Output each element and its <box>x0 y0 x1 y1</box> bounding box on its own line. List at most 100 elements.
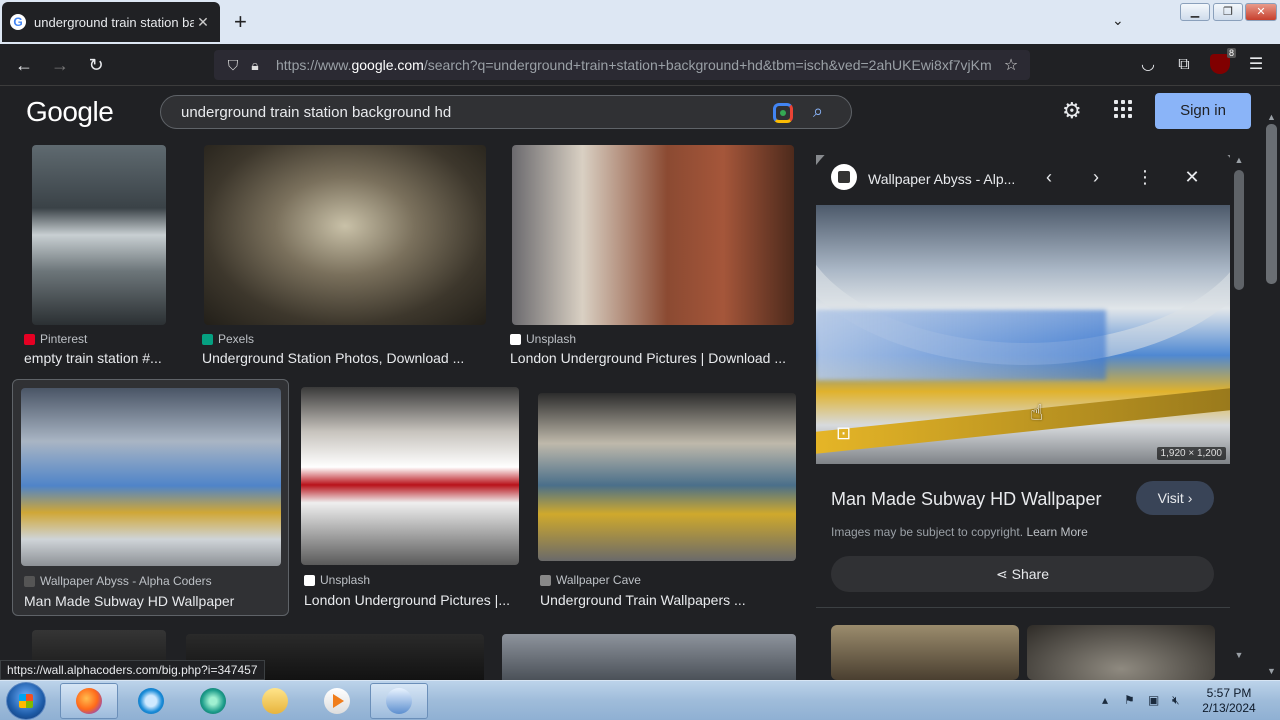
folder-icon <box>262 688 288 714</box>
share-button[interactable]: ⋖ Share <box>831 556 1214 592</box>
app-icon <box>200 688 226 714</box>
related-image[interactable] <box>1027 625 1215 680</box>
search-input[interactable] <box>181 102 741 122</box>
taskbar-media-player[interactable] <box>308 683 366 719</box>
preview-image[interactable]: ⊡ 1,920 × 1,200 <box>816 155 1230 464</box>
result-thumbnail[interactable] <box>301 387 519 565</box>
result-thumbnail[interactable] <box>32 145 166 325</box>
result-title[interactable]: Man Made Subway HD Wallpaper <box>24 593 282 609</box>
url-bar[interactable]: ⛉ 🔒︎ https://www.google.com/search?q=und… <box>214 50 1030 80</box>
preview-train-blur <box>816 310 1106 380</box>
lens-search-icon[interactable]: ⊡ <box>836 423 851 444</box>
result-title[interactable]: Underground Train Wallpapers ... <box>540 592 794 608</box>
result-title[interactable]: Underground Station Photos, Download ... <box>202 350 488 366</box>
panel-divider <box>816 607 1230 608</box>
preview-title[interactable]: Man Made Subway HD Wallpaper <box>831 489 1101 510</box>
result-thumbnail[interactable] <box>502 634 796 680</box>
result-card[interactable]: Pexels Underground Station Photos, Downl… <box>200 140 490 372</box>
browser-tab[interactable]: G underground train station back ✕ <box>2 2 220 42</box>
taskbar-internet-explorer[interactable] <box>122 683 180 719</box>
page-scrollbar[interactable]: ▲ ▼ <box>1263 86 1280 680</box>
clock-date: 2/13/2024 <box>1202 701 1256 715</box>
search-icon[interactable]: ⌕ <box>813 101 823 122</box>
new-tab-button[interactable]: + <box>234 10 247 34</box>
url-text[interactable]: https://www.google.com/search?q=undergro… <box>276 57 1000 73</box>
volume-muted-icon[interactable]: 🔇︎ <box>1172 693 1180 708</box>
result-title[interactable]: London Underground Pictures |... <box>304 592 518 608</box>
url-prefix: https://www. <box>276 57 352 73</box>
media-player-icon <box>324 688 350 714</box>
result-title[interactable]: London Underground Pictures | Download .… <box>510 350 796 366</box>
reload-icon[interactable]: ↻ <box>84 53 108 77</box>
learn-more-link[interactable]: Learn More <box>1026 525 1087 539</box>
result-card[interactable]: Pinterest empty train station #... <box>22 140 178 372</box>
google-header: Google ⌕ ⚙ Sign in <box>0 86 1280 140</box>
google-favicon-icon: G <box>10 14 26 30</box>
network-icon[interactable]: ▣ <box>1148 693 1159 707</box>
settings-gear-icon[interactable]: ⚙ <box>1062 98 1082 124</box>
taskbar-firefox[interactable] <box>60 683 118 719</box>
list-tabs-chevron-icon[interactable]: ⌄ <box>1112 12 1124 29</box>
restore-button[interactable]: ❐ <box>1213 3 1243 21</box>
forward-arrow-icon[interactable]: → <box>48 53 72 77</box>
scroll-up-icon[interactable]: ▲ <box>1263 112 1280 122</box>
google-apps-icon[interactable] <box>1114 100 1132 118</box>
pocket-icon[interactable]: ◡ <box>1136 53 1160 77</box>
result-card-selected[interactable]: Wallpaper Abyss - Alpha Coders Man Made … <box>12 379 289 616</box>
panel-scrollbar[interactable]: ▲ ▼ <box>1232 155 1246 665</box>
result-thumbnail[interactable] <box>512 145 794 325</box>
result-source[interactable]: Unsplash <box>510 332 576 346</box>
google-lens-icon[interactable] <box>773 103 793 123</box>
extension-badge: 8 <box>1226 48 1236 58</box>
result-thumbnail[interactable] <box>204 145 486 325</box>
minimize-button[interactable]: ▁ <box>1180 3 1210 21</box>
share-label: Share <box>1011 566 1049 582</box>
result-source-label: Unsplash <box>526 332 577 346</box>
wallpaper-cave-icon <box>540 574 551 586</box>
page-scroll-thumb[interactable] <box>1266 124 1277 284</box>
result-source-label: Pexels <box>218 332 255 346</box>
unsplash-icon <box>304 574 315 586</box>
sign-in-button[interactable]: Sign in <box>1155 93 1251 129</box>
result-source[interactable]: Wallpaper Abyss - Alpha Coders <box>24 574 212 588</box>
window-close-button[interactable]: ✕ <box>1245 3 1277 21</box>
google-logo[interactable]: Google <box>26 96 114 128</box>
panel-scroll-thumb[interactable] <box>1234 170 1244 290</box>
scroll-down-icon[interactable]: ▼ <box>1263 666 1280 676</box>
scroll-down-icon[interactable]: ▼ <box>1232 650 1246 660</box>
chevron-right-icon: › <box>1187 490 1193 506</box>
result-card[interactable]: Wallpaper Cave Underground Train Wallpap… <box>536 379 798 616</box>
result-card[interactable]: Unsplash London Underground Pictures |..… <box>300 379 522 616</box>
result-thumbnail[interactable] <box>538 393 796 561</box>
extensions-puzzle-icon[interactable]: ⧉ <box>1172 53 1196 77</box>
lock-icon[interactable]: 🔒︎ <box>244 57 266 74</box>
result-source[interactable]: Pinterest <box>24 332 87 346</box>
result-source[interactable]: Pexels <box>202 332 254 346</box>
system-clock[interactable]: 5:57 PM 2/13/2024 <box>1196 686 1262 716</box>
image-preview-panel: Wallpaper Abyss - Alp... ‹ › ⋮ ✕ ⊡ 1,920… <box>816 155 1230 680</box>
bookmark-star-icon[interactable]: ☆ <box>1000 55 1022 75</box>
visit-button[interactable]: Visit › <box>1136 481 1214 515</box>
tab-close-icon[interactable]: ✕ <box>194 14 212 31</box>
search-box[interactable]: ⌕ <box>160 95 852 129</box>
result-thumbnail[interactable] <box>21 388 281 566</box>
taskbar-app[interactable] <box>184 683 242 719</box>
start-button[interactable] <box>6 682 46 720</box>
result-card[interactable]: Unsplash London Underground Pictures | D… <box>508 140 798 372</box>
action-center-flag-icon[interactable]: ⚑ <box>1124 693 1135 707</box>
taskbar-remote-desktop[interactable] <box>370 683 428 719</box>
related-image[interactable] <box>831 625 1019 680</box>
share-icon: ⋖ <box>996 566 1008 582</box>
taskbar-explorer[interactable] <box>246 683 304 719</box>
result-source[interactable]: Unsplash <box>304 573 370 587</box>
shield-icon[interactable]: ⛉ <box>222 57 244 74</box>
scroll-up-icon[interactable]: ▲ <box>1232 155 1246 165</box>
result-title[interactable]: empty train station #... <box>24 350 174 366</box>
browser-tab-strip: G underground train station back ✕ + ⌄ ▁… <box>0 0 1280 44</box>
hamburger-menu-icon[interactable]: ☰ <box>1244 53 1268 77</box>
result-source[interactable]: Wallpaper Cave <box>540 573 641 587</box>
back-arrow-icon[interactable]: ← <box>12 53 36 77</box>
ublock-extension-icon[interactable]: 8 <box>1210 48 1236 74</box>
tray-expand-icon[interactable]: ▴ <box>1102 693 1108 707</box>
hand-cursor-icon: ☝ <box>1030 400 1044 425</box>
